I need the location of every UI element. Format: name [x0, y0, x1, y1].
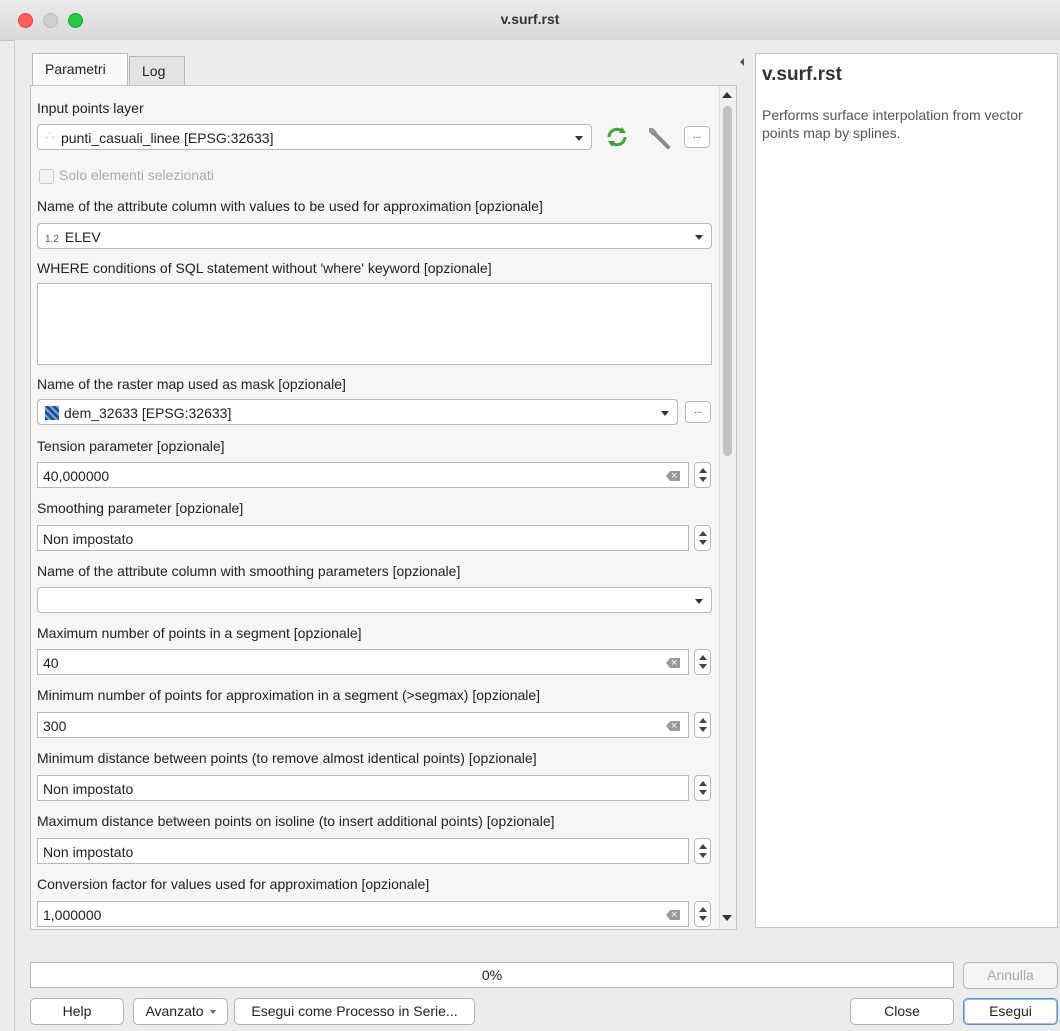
mask-value: dem_32633 [EPSG:32633]: [64, 405, 232, 421]
where-label: WHERE conditions of SQL statement withou…: [37, 260, 492, 276]
window-title: v.surf.rst: [500, 11, 560, 27]
parameters-scrollbar[interactable]: [719, 86, 736, 929]
run-button[interactable]: Esegui: [963, 998, 1058, 1025]
description-title: v.surf.rst: [762, 64, 842, 85]
clear-icon[interactable]: [666, 658, 680, 668]
clear-icon[interactable]: [666, 910, 680, 920]
scroll-down-icon[interactable]: [722, 915, 732, 921]
input-layer-label: Input points layer: [37, 100, 144, 116]
zcolumn-combo[interactable]: 1.2 ELEV: [37, 223, 712, 249]
chevron-down-icon: [695, 235, 703, 240]
tension-spinner[interactable]: [694, 462, 711, 488]
segmax-label: Maximum number of points in a segment [o…: [37, 625, 362, 641]
mask-more-button[interactable]: ...: [685, 401, 711, 423]
point-layer-icon: ·˙·: [45, 132, 55, 143]
dmin-value: Non impostato: [43, 781, 134, 797]
title-bar: v.surf.rst: [0, 0, 1060, 41]
advanced-button[interactable]: Avanzato: [133, 998, 228, 1025]
batch-process-button[interactable]: Esegui come Processo in Serie...: [234, 998, 475, 1025]
dmax-label: Maximum distance between points on isoli…: [37, 813, 555, 829]
chevron-down-icon: [209, 1010, 216, 1015]
zscale-spinner[interactable]: [694, 901, 711, 927]
dmin-spinner[interactable]: [694, 775, 711, 801]
smooth-column-label: Name of the attribute column with smooth…: [37, 563, 461, 579]
description-text: Performs surface interpolation from vect…: [762, 107, 1023, 141]
npmin-value: 300: [43, 718, 67, 734]
dmax-spinner[interactable]: [694, 838, 711, 864]
cancel-button[interactable]: Annulla: [963, 962, 1058, 989]
tension-input[interactable]: 40,000000: [37, 462, 689, 488]
chevron-down-icon: [661, 411, 669, 416]
collapse-arrow-icon[interactable]: [740, 58, 744, 66]
scroll-up-icon[interactable]: [722, 92, 732, 98]
iterate-icon[interactable]: [604, 124, 630, 150]
zscale-value: 1,000000: [43, 907, 102, 923]
smooth-spinner[interactable]: [694, 525, 711, 551]
tab-log[interactable]: Log: [129, 56, 185, 85]
wrench-icon[interactable]: [643, 122, 673, 152]
advanced-label: Avanzato: [145, 1003, 204, 1019]
input-layer-combo[interactable]: ·˙· punti_casuali_linee [EPSG:32633]: [37, 124, 592, 150]
tension-label: Tension parameter [opzionale]: [37, 438, 225, 454]
smooth-column-combo[interactable]: [37, 587, 712, 613]
zcolumn-value: ELEV: [64, 229, 101, 245]
npmin-label: Minimum number of points for approximati…: [37, 687, 541, 703]
chevron-down-icon: [695, 599, 703, 604]
description-pane: v.surf.rst Performs surface interpolatio…: [755, 53, 1058, 928]
npmin-input[interactable]: 300: [37, 712, 689, 738]
smooth-value: Non impostato: [43, 531, 134, 547]
parameters-panel: Input points layer ·˙· punti_casuali_line…: [30, 85, 737, 930]
dmin-label: Minimum distance between points (to remo…: [37, 750, 537, 766]
mask-label: Name of the raster map used as mask [opz…: [37, 376, 346, 392]
zscale-label: Conversion factor for values used for ap…: [37, 876, 430, 892]
numeric-field-icon: 1.2: [45, 234, 59, 245]
zscale-input[interactable]: 1,000000: [37, 901, 689, 927]
segmax-value: 40: [43, 655, 59, 671]
smooth-input[interactable]: Non impostato: [37, 525, 689, 551]
input-layer-value: punti_casuali_linee [EPSG:32633]: [61, 130, 274, 146]
segmax-spinner[interactable]: [694, 649, 711, 675]
mask-combo[interactable]: dem_32633 [EPSG:32633]: [37, 399, 678, 425]
segmax-input[interactable]: 40: [37, 649, 689, 675]
selected-only-label: Solo elementi selezionati: [59, 167, 214, 183]
clear-icon[interactable]: [666, 721, 680, 731]
selected-only-checkbox[interactable]: [39, 169, 54, 184]
chevron-down-icon: [575, 136, 583, 141]
tension-value: 40,000000: [43, 468, 110, 484]
scrollbar-thumb[interactable]: [723, 106, 732, 456]
zcolumn-label: Name of the attribute column with values…: [37, 198, 543, 214]
clear-icon[interactable]: [666, 471, 680, 481]
smooth-label: Smoothing parameter [opzionale]: [37, 500, 244, 516]
npmin-spinner[interactable]: [694, 712, 711, 738]
dmin-input[interactable]: Non impostato: [37, 775, 689, 801]
where-textarea[interactable]: [37, 283, 712, 365]
dmax-value: Non impostato: [43, 844, 134, 860]
raster-layer-icon: [45, 406, 59, 420]
dmax-input[interactable]: Non impostato: [37, 838, 689, 864]
close-button[interactable]: Close: [850, 998, 954, 1025]
tab-parametri[interactable]: Parametri: [32, 53, 128, 86]
progress-bar: 0%: [30, 962, 954, 988]
help-button[interactable]: Help: [30, 998, 124, 1025]
input-layer-more-button[interactable]: ...: [684, 126, 710, 148]
